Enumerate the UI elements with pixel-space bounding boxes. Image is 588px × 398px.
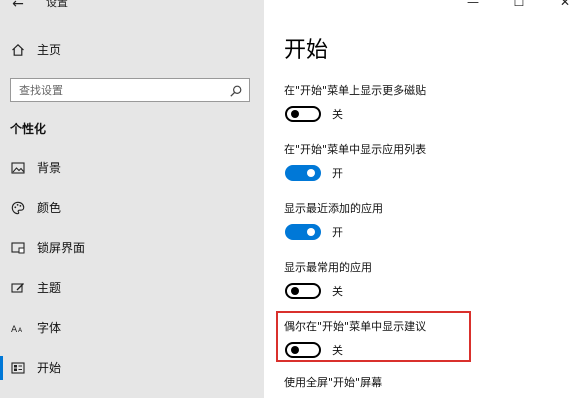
toggle-state-text: 关 [332, 285, 343, 298]
search-box[interactable] [10, 78, 250, 102]
maximize-button[interactable]: ☐ [496, 0, 542, 10]
section-title: 个性化 [10, 122, 47, 136]
sidebar-item-fonts[interactable]: AA 字体 [0, 314, 264, 342]
toggle-knob [307, 228, 315, 236]
toggle-state-text: 开 [332, 226, 343, 239]
more-tiles-toggle[interactable] [285, 106, 321, 122]
toggle-row: 开 [284, 165, 564, 185]
sidebar-item-label: 字体 [37, 321, 62, 335]
sidebar-item-label: 开始 [37, 361, 62, 375]
sidebar-item-label: 主页 [37, 43, 62, 57]
recently-added-toggle[interactable] [285, 224, 321, 240]
font-icon: AA [10, 320, 26, 336]
settings-window: ← 设置 主页 个性化 背景 颜色 [0, 0, 588, 398]
toggle-knob [291, 287, 299, 295]
sidebar: ← 设置 主页 个性化 背景 颜色 [0, 0, 264, 398]
toggle-state-text: 关 [332, 108, 343, 121]
theme-icon [10, 280, 26, 296]
main-content: — ☐ ✕ 开始 在"开始"菜单上显示更多磁贴 关 在"开始"菜单中显示应用列表… [264, 0, 588, 398]
start-icon [10, 360, 26, 376]
toggle-knob [291, 110, 299, 118]
sidebar-item-colors[interactable]: 颜色 [0, 194, 264, 222]
home-icon [10, 42, 26, 58]
search-input[interactable] [11, 79, 219, 101]
setting-full-screen-start: 使用全屏"开始"屏幕 [284, 375, 564, 390]
toggle-state-text: 关 [332, 344, 343, 357]
suggestions-toggle[interactable] [285, 342, 321, 358]
search-icon[interactable] [229, 83, 243, 97]
toggle-row: 关 [284, 342, 564, 362]
sidebar-item-start[interactable]: 开始 [0, 354, 264, 382]
most-used-toggle[interactable] [285, 283, 321, 299]
minimize-button[interactable]: — [450, 0, 496, 10]
sidebar-item-lock-screen[interactable]: 锁屏界面 [0, 234, 264, 262]
palette-icon [10, 200, 26, 216]
sidebar-item-home[interactable]: 主页 [0, 36, 264, 64]
toggle-row: 关 [284, 283, 564, 303]
svg-text:A: A [11, 325, 18, 335]
sidebar-item-themes[interactable]: 主题 [0, 274, 264, 302]
toggle-row: 开 [284, 224, 564, 244]
setting-suggestions: 偶尔在"开始"菜单中显示建议 关 [284, 319, 564, 362]
sidebar-item-background[interactable]: 背景 [0, 154, 264, 182]
setting-recently-added: 显示最近添加的应用 开 [284, 201, 564, 244]
close-button[interactable]: ✕ [542, 0, 588, 10]
setting-label: 偶尔在"开始"菜单中显示建议 [284, 320, 427, 333]
picture-icon [10, 160, 26, 176]
toggle-knob [291, 346, 299, 354]
setting-more-tiles: 在"开始"菜单上显示更多磁贴 关 [284, 83, 564, 126]
toggle-row: 关 [284, 106, 564, 126]
sidebar-item-label: 颜色 [37, 201, 62, 215]
app-list-toggle[interactable] [285, 165, 321, 181]
setting-app-list: 在"开始"菜单中显示应用列表 开 [284, 142, 564, 185]
back-button[interactable]: ← [8, 0, 28, 14]
sidebar-item-label: 背景 [37, 161, 62, 175]
setting-label: 在"开始"菜单上显示更多磁贴 [284, 84, 427, 97]
sidebar-item-label: 锁屏界面 [37, 241, 86, 255]
lock-screen-icon [10, 240, 26, 256]
setting-label: 在"开始"菜单中显示应用列表 [284, 143, 427, 156]
setting-label: 显示最近添加的应用 [284, 202, 383, 215]
sidebar-item-label: 主题 [37, 281, 62, 295]
toggle-knob [307, 169, 315, 177]
setting-most-used: 显示最常用的应用 关 [284, 260, 564, 303]
setting-label: 显示最常用的应用 [284, 261, 372, 274]
page-title: 开始 [284, 38, 329, 63]
toggle-state-text: 开 [332, 167, 343, 180]
svg-text:A: A [18, 327, 23, 334]
window-controls: — ☐ ✕ [450, 0, 588, 10]
app-title: 设置 [46, 0, 68, 9]
setting-label: 使用全屏"开始"屏幕 [284, 376, 383, 389]
